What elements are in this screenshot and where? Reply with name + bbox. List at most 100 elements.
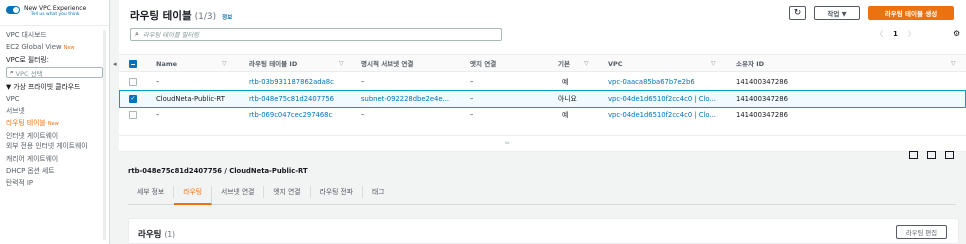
row-edge: – (470, 78, 474, 86)
sidebar-group-vpc[interactable]: ▼ 가상 프라이빗 클라우드 (0, 81, 109, 93)
info-link[interactable]: 정보 (222, 13, 232, 21)
row-route-table-id[interactable]: rtb-069c047cec297468c (249, 106, 332, 124)
edit-routes-button[interactable]: 라우팅 편집 (896, 225, 947, 239)
global-view-label: EC2 Global View (6, 43, 62, 51)
refresh-button[interactable]: ↻ (789, 6, 806, 20)
selection-count: (1/3) (194, 12, 217, 22)
sidebar: New VPC Experience Tell us what you thin… (0, 0, 110, 244)
sort-icon[interactable]: ▽ (951, 55, 956, 73)
tab-routes[interactable]: 라우팅 (174, 186, 212, 205)
create-route-table-button[interactable]: 라우팅 테이블 생성 (868, 6, 954, 20)
row-owner: 141400347286 (736, 78, 788, 86)
column-header-id[interactable]: 라우팅 테이블 ID (249, 55, 297, 73)
sidebar-item-egress-igw[interactable]: 외부 전용 인터넷 게이트웨이 (0, 142, 109, 151)
column-header-edge[interactable]: 엣지 연결 (470, 55, 496, 73)
new-vpc-title: New VPC Experience (24, 5, 87, 12)
feedback-link[interactable]: Tell us what you think (24, 12, 86, 17)
row-subnet: – (361, 111, 365, 119)
panel-close-icon[interactable] (945, 151, 954, 159)
routes-count: (1) (164, 230, 176, 239)
sidebar-item-dashboard[interactable]: VPC 대시보드 (0, 29, 109, 41)
prev-page-icon[interactable]: 〈 (876, 29, 883, 39)
column-label: 명시적 서브넷 연결 (361, 60, 414, 68)
row-subnet: – (361, 78, 365, 86)
tab-subnet-associations[interactable]: 서브넷 연결 (212, 186, 265, 198)
new-vpc-experience-toggle-row[interactable]: New VPC Experience Tell us what you thin… (0, 0, 109, 21)
new-vpc-toggle-switch[interactable] (6, 6, 20, 14)
pagination: 〈 1 〉 (871, 29, 920, 39)
column-label: 엣지 연결 (470, 60, 497, 68)
gear-icon[interactable]: ⚙ (953, 29, 960, 38)
sidebar-item-igw[interactable]: 인터넷 게이트웨이 (0, 130, 109, 142)
next-page-icon[interactable]: 〉 (908, 29, 915, 39)
sort-icon[interactable]: ▽ (584, 55, 589, 73)
sidebar-item-route-tables[interactable]: 라우팅 테이블 New (0, 117, 109, 130)
column-label: 소유자 ID (736, 60, 765, 68)
routes-card: 라우팅 (1) 라우팅 편집 (128, 218, 959, 244)
row-main: 예 (562, 78, 569, 86)
sidebar-item-carrier-gw[interactable]: 캐리어 게이트웨이 (0, 153, 109, 165)
row-checkbox[interactable] (129, 78, 137, 86)
column-label: 라우팅 테이블 ID (249, 60, 298, 68)
search-input[interactable]: ⌕ 라우팅 테이블 필터링 (130, 28, 502, 41)
detail-title: rtb-048e75c81d2407756 / CloudNeta-Public… (128, 167, 308, 175)
column-header-subnet[interactable]: 명시적 서브넷 연결 (361, 55, 413, 73)
tab-details[interactable]: 세부 정보 (128, 186, 175, 198)
route-tables-panel: 라우팅 테이블 (1/3) 정보 ↻ 작업 ▼ 라우팅 테이블 생성 ⌕ 라우팅… (119, 0, 966, 136)
search-icon: ⌕ (135, 30, 139, 38)
page-number[interactable]: 1 (893, 30, 898, 38)
sidebar-item-global-view[interactable]: EC2 Global View New (0, 41, 109, 54)
panel-side-icon[interactable] (927, 151, 936, 159)
column-header-owner[interactable]: 소유자 ID (736, 55, 764, 73)
new-badge: New (63, 45, 75, 51)
vpc-filter-placeholder: VPC 선택 (15, 69, 43, 78)
table-row[interactable]: – rtb-069c047cec297468c – – 예 vpc-04de1d… (119, 106, 966, 124)
row-vpc[interactable]: vpc-04de1d6510f2cc4c0 | Clo... (608, 106, 716, 124)
tab-edge-associations[interactable]: 엣지 연결 (264, 186, 311, 198)
row-vpc[interactable]: vpc-0aaca85ba67b7e2b6 (608, 73, 695, 91)
table-header: Name ▽ 라우팅 테이블 ID ▽ 명시적 서브넷 연결 엣지 연결 기본 … (119, 54, 966, 72)
sidebar-item-dhcp[interactable]: DHCP 옵션 세트 (0, 165, 109, 177)
tab-tags[interactable]: 태그 (363, 186, 394, 198)
refresh-icon: ↻ (793, 8, 802, 18)
layout-icons (909, 151, 954, 159)
panel-bottom-icon[interactable] (909, 151, 918, 159)
sort-icon[interactable]: ▽ (222, 55, 227, 73)
actions-button[interactable]: 작업 ▼ (814, 6, 860, 20)
row-checkbox[interactable] (129, 111, 137, 119)
page-title: 라우팅 테이블 (130, 10, 192, 22)
sort-icon[interactable]: ▽ (339, 55, 344, 73)
search-icon: ⌕ (10, 68, 14, 76)
column-header-vpc[interactable]: VPC (608, 55, 623, 73)
column-header-name[interactable]: Name (156, 55, 177, 73)
sort-icon[interactable]: ▽ (711, 55, 716, 73)
column-label: VPC (608, 60, 623, 68)
sidebar-item-vpc[interactable]: VPC (0, 93, 109, 105)
tab-route-propagation[interactable]: 라우팅 전파 (311, 186, 364, 198)
column-label: Name (156, 60, 178, 68)
search-placeholder: 라우팅 테이블 필터링 (142, 32, 200, 39)
new-badge: New (47, 121, 59, 127)
split-panel-drag-bar[interactable]: ═ (119, 136, 966, 152)
row-route-table-id[interactable]: rtb-03b931187862ada8c (249, 73, 334, 91)
row-name: – (156, 111, 160, 119)
select-all-checkbox[interactable] (129, 60, 137, 68)
collapse-sidebar-icon[interactable]: ◂ (113, 60, 117, 68)
row-main: 예 (562, 111, 569, 119)
sidebar-item-subnet[interactable]: 서브넷 (0, 105, 109, 117)
row-edge: – (470, 111, 474, 119)
table-row[interactable]: – rtb-03b931187862ada8c – – 예 vpc-0aaca8… (119, 73, 966, 91)
column-header-main[interactable]: 기본 (558, 55, 570, 73)
row-checkbox-checked[interactable]: ✓ (129, 95, 137, 103)
sidebar-scrollbar[interactable] (103, 30, 106, 240)
row-owner: 141400347286 (736, 111, 788, 119)
route-tables-label: 라우팅 테이블 (6, 119, 46, 127)
sidebar-item-eip[interactable]: 탄력적 IP (0, 177, 109, 189)
routes-title-label: 라우팅 (138, 230, 162, 240)
vpc-filter-select[interactable]: ⌕ VPC 선택 (6, 67, 103, 78)
drag-handle-icon[interactable]: ═ (505, 139, 509, 147)
column-label: 기본 (558, 60, 570, 68)
detail-tabs: 세부 정보 라우팅 서브넷 연결 엣지 연결 라우팅 전파 태그 (128, 181, 956, 205)
routes-title: 라우팅 (1) (138, 228, 175, 240)
detail-panel: ═ rtb-048e75c81d2407756 / CloudNeta-Publ… (119, 136, 966, 244)
